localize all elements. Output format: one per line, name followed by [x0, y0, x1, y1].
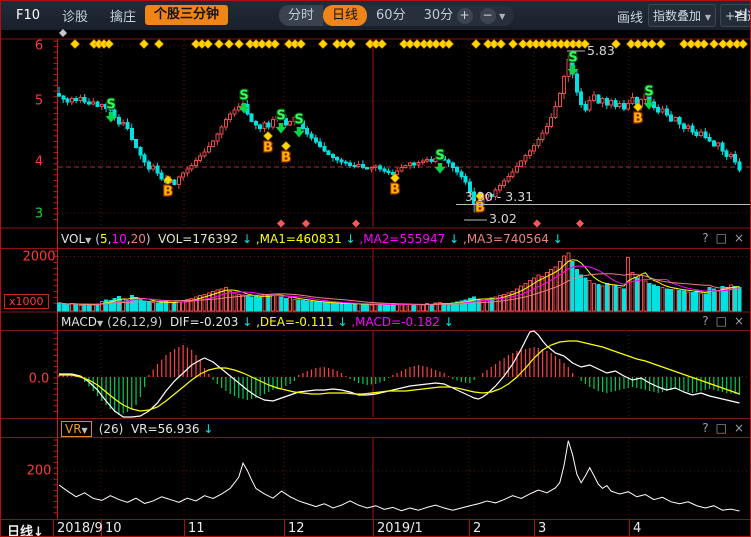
macd-layer: [59, 331, 740, 417]
vol-header-value: ↓: [549, 232, 563, 246]
close-icon[interactable]: ×: [734, 421, 744, 435]
chart-canvas[interactable]: SSSSSSSBBBBBB: [1, 1, 751, 537]
vr-header-value: ↓: [200, 422, 214, 436]
month-separator: [373, 520, 374, 537]
month-label: 3: [538, 521, 546, 536]
stock-chart-app: F10诊股擒庄全景 个股三分钟 分时日线60分30分周线▼ + − 画线 指数叠…: [0, 0, 751, 537]
month-label: 2: [473, 521, 481, 536]
vol-header-value: ↓: [342, 232, 356, 246]
close-icon[interactable]: ×: [734, 314, 744, 328]
month-label: 11: [188, 521, 205, 536]
vol-header-value: 10: [111, 232, 126, 246]
vol-header-value: VOL=176392: [151, 232, 239, 246]
macd-header-value: ,DEA=-0.111: [252, 315, 333, 329]
month-separator: [629, 520, 630, 537]
month-separator: [284, 520, 285, 537]
volume-unit-box: x1000: [4, 294, 49, 309]
vol-header-value: ↓: [445, 232, 459, 246]
maximize-icon[interactable]: □: [716, 421, 727, 435]
buy-marker: B: [633, 112, 643, 127]
low-price-label: 3.02: [489, 211, 517, 226]
chevron-down-icon: ▼: [85, 236, 91, 245]
vol-header-value: ,MA1=460831: [252, 232, 342, 246]
vr-header-value: (26): [99, 422, 124, 436]
month-separator: [184, 520, 185, 537]
sell-marker: S: [276, 109, 285, 124]
gap-price-label: 3.30 - 3.31: [465, 189, 533, 204]
macd-pane-header: MACD▼(26,12,9) DIF=-0.203 ↓ ,DEA=-0.111 …: [1, 313, 751, 331]
volume-layer: [58, 253, 742, 311]
maximize-icon[interactable]: □: [716, 231, 727, 245]
trade-markers: SSSSSSSBBBBBB: [106, 51, 655, 216]
price-axis-label: 5: [35, 94, 43, 109]
sell-marker: S: [568, 51, 577, 66]
macd-indicator-title[interactable]: MACD▼: [61, 315, 103, 329]
vr-header-value: VR=56.936: [123, 422, 199, 436]
macd-header-value: (26,12,9): [107, 315, 162, 329]
maximize-icon[interactable]: □: [716, 314, 727, 328]
macd-header-value: ↓: [440, 315, 454, 329]
sell-arrow-icon: [435, 163, 446, 174]
vol-header-value: 5: [100, 232, 108, 246]
help-icon[interactable]: ?: [702, 314, 708, 328]
month-label: 12: [288, 521, 305, 536]
month-label: 10: [105, 521, 122, 536]
sell-marker: S: [106, 98, 115, 113]
help-icon[interactable]: ?: [702, 421, 708, 435]
date-axis-bar: 日线↓ 2018/910 11 12 2019/1 2 3 4: [1, 520, 751, 537]
chevron-down-icon: ▼: [97, 319, 103, 328]
month-label: 2018/9: [57, 521, 103, 536]
sell-marker: S: [294, 113, 303, 128]
month-label: 4: [633, 521, 641, 536]
sell-marker: S: [239, 89, 248, 104]
buy-marker: B: [390, 183, 400, 198]
month-label: 2019/1: [377, 521, 423, 536]
vr-pane-header: VR▼ (26) VR=56.936 ↓ ? □ ×: [1, 420, 751, 438]
price-axis-label: 6: [35, 39, 43, 54]
buy-marker: B: [163, 185, 173, 200]
help-icon[interactable]: ?: [702, 231, 708, 245]
vr-axis-label: 200: [27, 464, 52, 479]
vr-layer: [59, 441, 740, 511]
volume-pane-header: VOL▼(5,10,20) VOL=176392 ↓ ,MA1=460831 ↓…: [1, 230, 751, 248]
macd-header-value: ↓: [238, 315, 252, 329]
month-separator: [53, 520, 54, 537]
sell-marker: S: [435, 149, 444, 164]
price-axis-label: 3: [35, 207, 43, 222]
volume-axis-label: 2000: [22, 250, 55, 265]
close-icon[interactable]: ×: [734, 231, 744, 245]
vol-header-value: ,MA3=740564: [459, 232, 549, 246]
macd-axis-label: 0.0: [29, 372, 50, 387]
vol-header-value: ↓: [238, 232, 252, 246]
peak-price-label: 5.83: [587, 43, 615, 58]
price-axis-label: 4: [35, 155, 43, 170]
period-indicator[interactable]: 日线↓: [7, 521, 44, 537]
month-separator: [469, 520, 470, 537]
macd-header-value: ↓: [334, 315, 348, 329]
axis-ticks: [54, 41, 58, 513]
macd-header-value: ,MACD=-0.182: [348, 315, 440, 329]
macd-header-value: DIF=-0.203: [162, 315, 238, 329]
vr-indicator-title[interactable]: VR▼: [61, 421, 92, 437]
vol-indicator-title[interactable]: VOL▼: [61, 232, 91, 246]
chevron-down-icon: ▼: [82, 426, 88, 435]
buy-marker: B: [263, 141, 273, 156]
buy-marker: B: [281, 151, 291, 166]
sell-marker: S: [644, 85, 653, 100]
vol-header-value: 20: [131, 232, 146, 246]
month-separator: [534, 520, 535, 537]
vol-header-value: ,MA2=555947: [356, 232, 446, 246]
